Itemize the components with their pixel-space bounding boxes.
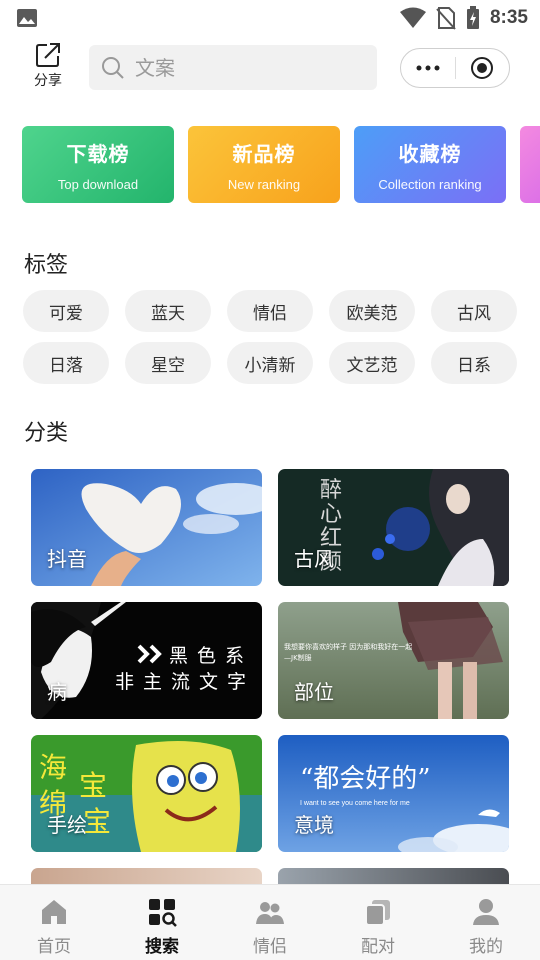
wifi-icon [399, 7, 426, 28]
target-circle-icon [471, 57, 494, 79]
search-box[interactable] [89, 45, 377, 90]
pair-icon [365, 900, 390, 926]
tag-item[interactable]: 小清新 [227, 342, 313, 384]
tag-item[interactable]: 情侣 [227, 290, 313, 332]
share-icon [36, 43, 60, 67]
ranking-card-partial[interactable] [520, 126, 540, 203]
nav-label: 我的 [469, 937, 503, 957]
tag-item[interactable]: 日落 [23, 342, 109, 384]
cover-glyph: 字 [227, 671, 246, 693]
ranking-card-collection[interactable]: 收藏榜 Collection ranking [354, 126, 506, 203]
search-grid-icon [149, 899, 177, 927]
tag-item[interactable]: 欧美范 [329, 290, 415, 332]
category-card-partial[interactable] [31, 868, 262, 884]
ranking-subtitle: Collection ranking [378, 176, 482, 192]
close-mini-program-button[interactable] [455, 49, 509, 87]
nav-item-couple[interactable]: 情侣 [216, 885, 324, 960]
more-dots-icon [416, 65, 440, 71]
ranking-title: 收藏榜 [398, 141, 462, 166]
nav-item-search[interactable]: 搜索 [108, 885, 216, 960]
category-label: 病 [47, 680, 67, 704]
category-section-title: 分类 [24, 421, 69, 446]
nav-label: 搜索 [145, 937, 179, 957]
share-button[interactable]: 分享 [26, 42, 70, 92]
tag-item[interactable]: 日系 [431, 342, 517, 384]
tag-item[interactable]: 古风 [431, 290, 517, 332]
nav-label: 配对 [361, 937, 395, 957]
category-card-shouhui[interactable]: 海 绵 宝 宝 手绘 [31, 735, 262, 852]
image-icon [17, 9, 37, 27]
status-icons: 8:35 [399, 6, 528, 30]
category-label: 手绘 [47, 813, 87, 837]
cover-caption: I want to see you come here for me [300, 800, 410, 807]
cover-glyph: 主 [143, 671, 162, 693]
ranking-card-download[interactable]: 下载榜 Top download [22, 126, 174, 203]
cover-glyph: 色 [197, 645, 216, 667]
cover-glyph: 非 [115, 671, 134, 693]
category-card-douyin[interactable]: 抖音 [31, 469, 262, 586]
more-button[interactable] [401, 49, 455, 87]
status-time: 8:35 [489, 7, 528, 28]
category-label: 意境 [294, 813, 334, 837]
tags-section-title: 标签 [24, 253, 69, 278]
cover-glyph: 系 [225, 645, 244, 667]
battery-charging-icon [466, 6, 479, 29]
ranking-title: 下载榜 [66, 141, 130, 166]
ranking-cards: 下载榜 Top download 新品榜 New ranking 收藏榜 Col… [22, 126, 540, 204]
category-card-buwei[interactable]: 我想要你喜欢的样子 因为那和我好在一起 —JK制服 部位 [278, 602, 509, 719]
tag-item[interactable]: 蓝天 [125, 290, 211, 332]
home-icon [42, 900, 66, 924]
cover-glyph: 心 [320, 502, 342, 527]
cover-glyph: 流 [171, 671, 190, 693]
category-card-partial[interactable] [278, 868, 509, 884]
no-sim-icon [436, 7, 456, 30]
ranking-card-new[interactable]: 新品榜 New ranking [188, 126, 340, 203]
cover-glyph: 醉 [320, 478, 342, 503]
category-label: 部位 [294, 680, 334, 704]
tag-item[interactable]: 文艺范 [329, 342, 415, 384]
bottom-nav: 首页 搜索 情侣 配对 我的 [0, 884, 540, 960]
user-icon [473, 899, 499, 925]
category-card-black-series[interactable]: 黑 色 系 非 主 流 文 字 病 [31, 602, 262, 719]
ranking-title: 新品榜 [232, 141, 296, 166]
cover-glyph: 黑 [169, 645, 188, 667]
category-label: 抖音 [47, 547, 87, 571]
nav-item-profile[interactable]: 我的 [432, 885, 540, 960]
category-label: 古风 [294, 547, 334, 571]
tag-item[interactable]: 星空 [125, 342, 211, 384]
share-label: 分享 [34, 73, 62, 89]
nav-label: 情侣 [253, 937, 287, 957]
nav-item-home[interactable]: 首页 [0, 885, 108, 960]
mini-program-capsule [400, 48, 510, 88]
cover-glyph: 宝 [79, 769, 107, 802]
tag-item[interactable]: 可爱 [23, 290, 109, 332]
search-input[interactable] [135, 55, 355, 80]
search-icon [102, 56, 124, 79]
status-bar: 8:35 [0, 0, 540, 36]
nav-label: 首页 [37, 937, 71, 957]
cover-glyph: 宝 [83, 805, 111, 838]
ranking-subtitle: Top download [57, 176, 139, 192]
cover-glyph: 海 [39, 751, 67, 784]
ranking-subtitle: New ranking [227, 176, 301, 192]
cover-caption: 我想要你喜欢的样子 因为那和我好在一起 —JK制服 [284, 643, 413, 662]
cover-quote: “都会好的” [300, 764, 431, 794]
nav-item-pair[interactable]: 配对 [324, 885, 432, 960]
category-card-gufeng[interactable]: 醉 心 红 颜 古风 [278, 469, 509, 586]
cover-glyph: 文 [199, 671, 218, 693]
top-bar: 分享 [0, 38, 540, 98]
category-card-yijing[interactable]: “都会好的” I want to see you come here for m… [278, 735, 509, 852]
couple-icon [256, 902, 284, 924]
